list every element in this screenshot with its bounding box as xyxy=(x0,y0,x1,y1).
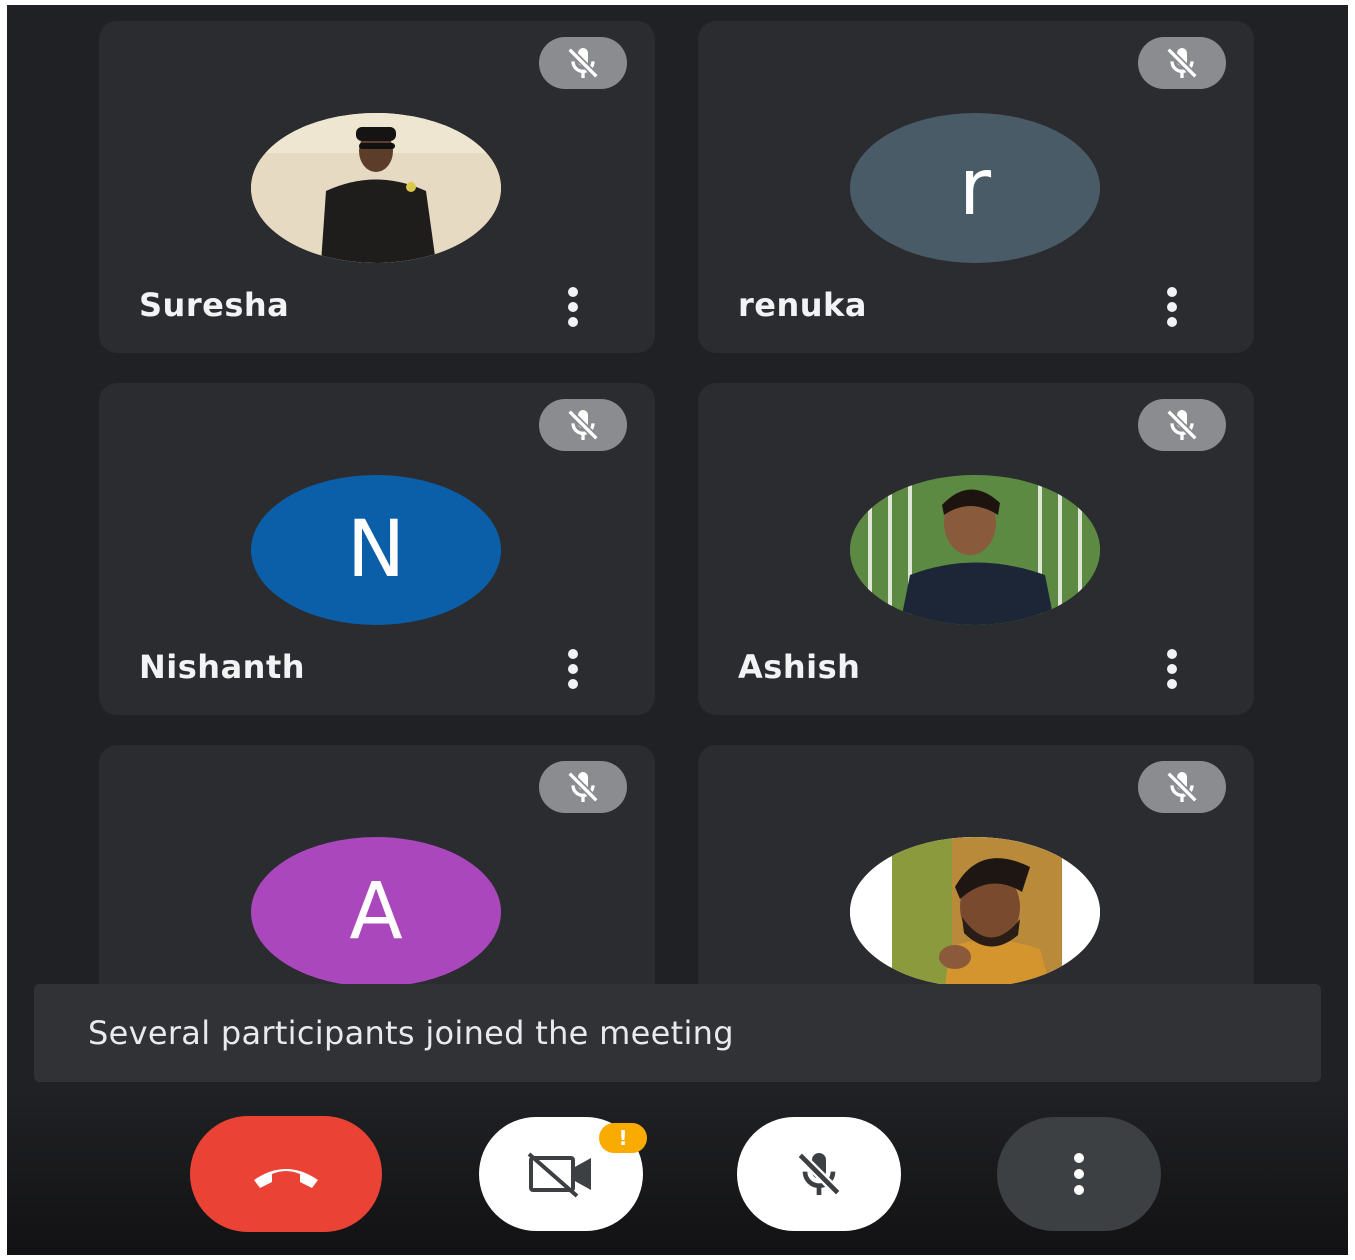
avatar-initial: N xyxy=(251,475,501,625)
mic-off-icon xyxy=(567,47,599,79)
avatar-photo xyxy=(850,837,1100,987)
participant-tile[interactable]: N Nishanth xyxy=(99,383,655,715)
more-vert-icon[interactable] xyxy=(1160,287,1184,327)
meeting-screen: Suresha r renuka N Nishanth Ashish A Sev… xyxy=(7,5,1348,1255)
camera-off-icon xyxy=(527,1152,591,1198)
more-options-button[interactable] xyxy=(997,1117,1161,1231)
avatar-photo xyxy=(251,113,501,263)
mic-off-icon xyxy=(797,1152,841,1196)
participant-tile[interactable]: Suresha xyxy=(99,21,655,353)
participant-tile[interactable]: r renuka xyxy=(698,21,1254,353)
mic-off-icon xyxy=(1166,409,1198,441)
snackbar-notification: Several participants joined the meeting xyxy=(34,984,1321,1082)
toggle-microphone-button[interactable] xyxy=(737,1117,901,1231)
participant-name: renuka xyxy=(738,286,867,324)
end-call-button[interactable] xyxy=(190,1116,382,1232)
more-vert-icon[interactable] xyxy=(1160,649,1184,689)
muted-mic-badge xyxy=(1138,761,1226,813)
participant-tile[interactable]: Ashish xyxy=(698,383,1254,715)
mic-off-icon xyxy=(1166,771,1198,803)
muted-mic-badge xyxy=(1138,399,1226,451)
mic-off-icon xyxy=(1166,47,1198,79)
participant-name: Nishanth xyxy=(139,648,306,686)
more-vert-icon[interactable] xyxy=(561,287,585,327)
more-vert-icon xyxy=(1074,1153,1084,1195)
avatar-initial: r xyxy=(850,113,1100,263)
avatar-photo xyxy=(850,475,1100,625)
more-vert-icon[interactable] xyxy=(561,649,585,689)
mic-off-icon xyxy=(567,409,599,441)
participant-name: Ashish xyxy=(738,648,861,686)
avatar-initial: A xyxy=(251,837,501,987)
call-control-bar xyxy=(7,1090,1348,1255)
muted-mic-badge xyxy=(539,399,627,451)
camera-warning-badge: ! xyxy=(599,1123,647,1153)
participant-name: Suresha xyxy=(139,286,290,324)
muted-mic-badge xyxy=(539,761,627,813)
muted-mic-badge xyxy=(1138,37,1226,89)
mic-off-icon xyxy=(567,771,599,803)
muted-mic-badge xyxy=(539,37,627,89)
phone-hangup-icon xyxy=(254,1169,318,1188)
toast-message: Several participants joined the meeting xyxy=(88,1014,734,1052)
